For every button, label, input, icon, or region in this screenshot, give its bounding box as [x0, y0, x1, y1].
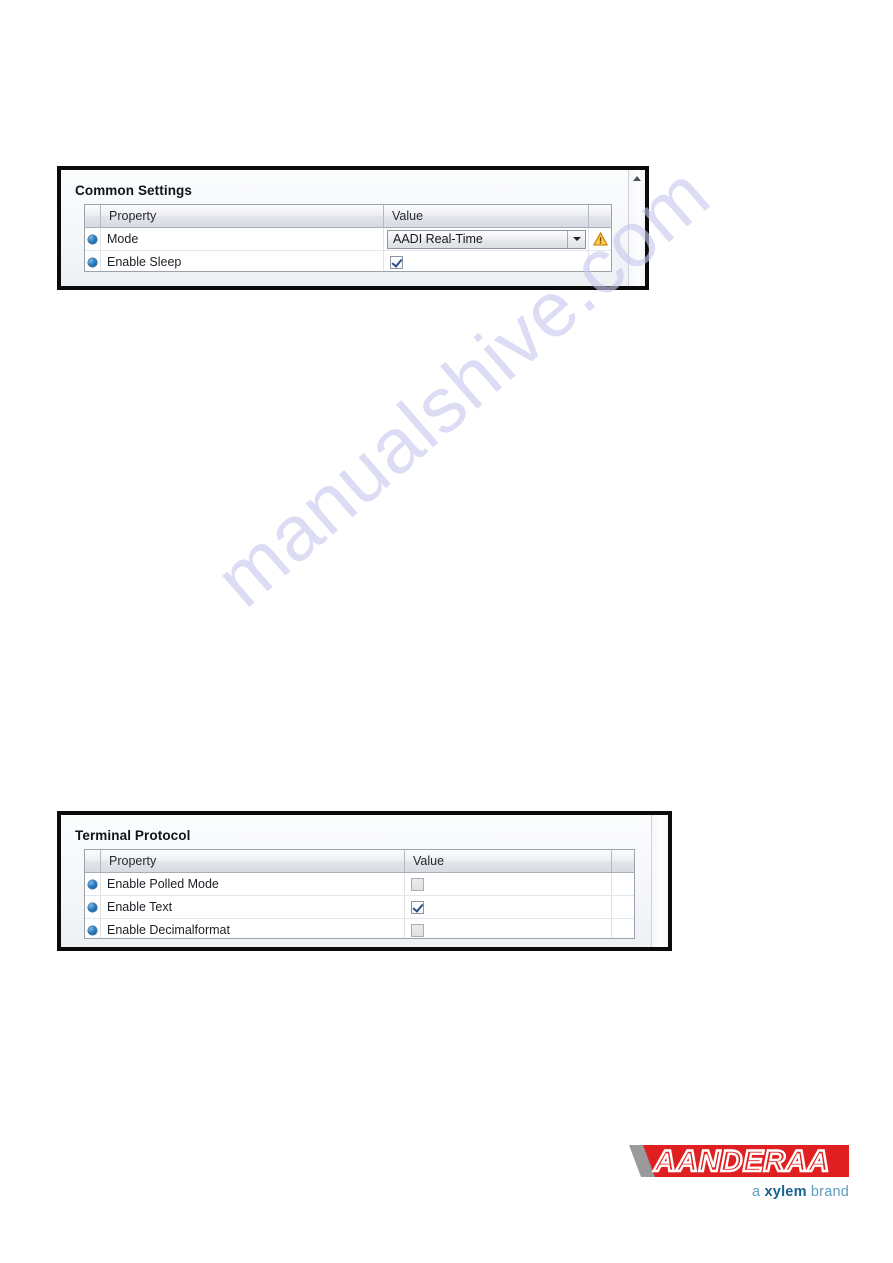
blue-dot-icon — [88, 234, 97, 244]
value-cell-enable-sleep[interactable] — [384, 251, 589, 271]
aanderaa-wordmark-icon: AANDERAA — [629, 1144, 849, 1179]
property-label-enable-decimalformat: Enable Decimalformat — [101, 919, 405, 938]
property-label-enable-sleep: Enable Sleep — [101, 251, 384, 271]
table-row[interactable]: Mode AADI Real-Time — [85, 228, 611, 251]
property-label-enable-text: Enable Text — [101, 896, 405, 918]
warning-triangle-icon — [592, 232, 608, 246]
table-row[interactable]: Enable Decimalformat — [85, 919, 634, 938]
mode-dropdown[interactable]: AADI Real-Time — [387, 229, 586, 249]
column-header-value[interactable]: Value — [405, 850, 612, 872]
terminal-protocol-title: Terminal Protocol — [75, 828, 191, 843]
enable-polled-mode-checkbox[interactable] — [411, 877, 424, 891]
row-gutter — [85, 919, 101, 938]
row-gutter — [85, 251, 101, 271]
grid-header-row: Property Value — [85, 205, 611, 228]
tagline-suffix: brand — [806, 1184, 849, 1200]
table-row[interactable]: Enable Sleep — [85, 251, 611, 271]
value-cell-mode[interactable]: AADI Real-Time — [384, 228, 589, 250]
row-gutter — [85, 873, 101, 895]
blue-dot-icon — [88, 925, 97, 935]
row-gutter — [85, 228, 101, 250]
grid-header-row: Property Value — [85, 850, 634, 873]
value-cell-enable-text[interactable] — [405, 896, 612, 918]
xylem-brand-tagline: a xylem brand — [752, 1184, 849, 1200]
mode-dropdown-value: AADI Real-Time — [393, 232, 483, 246]
blue-dot-icon — [88, 879, 97, 889]
status-cell-enable-sleep — [589, 251, 611, 271]
terminal-protocol-screenshot: Terminal Protocol Property Value Enable … — [57, 811, 672, 951]
status-cell-enable-polled-mode — [612, 873, 634, 895]
gutter-column-header — [85, 850, 101, 872]
tagline-prefix: a — [752, 1184, 765, 1200]
tagline-brand: xylem — [764, 1184, 807, 1200]
value-cell-enable-decimalformat[interactable] — [405, 919, 612, 938]
aanderaa-wordmark-text: AANDERAA — [653, 1145, 830, 1178]
terminal-protocol-property-grid: Property Value Enable Polled Mode Enable… — [84, 849, 635, 939]
common-settings-title: Common Settings — [75, 183, 193, 198]
status-cell-enable-text — [612, 896, 634, 918]
column-header-value[interactable]: Value — [384, 205, 589, 227]
terminal-protocol-window: Terminal Protocol Property Value Enable … — [61, 815, 668, 947]
column-header-property[interactable]: Property — [101, 850, 405, 872]
table-row[interactable]: Enable Text — [85, 896, 634, 919]
column-header-status — [612, 850, 634, 872]
common-settings-screenshot: Common Settings Property Value Mode AADI… — [57, 166, 649, 290]
property-label-enable-polled-mode: Enable Polled Mode — [101, 873, 405, 895]
gutter-column-header — [85, 205, 101, 227]
value-cell-enable-polled-mode[interactable] — [405, 873, 612, 895]
enable-decimalformat-checkbox[interactable] — [411, 923, 424, 937]
blue-dot-icon — [88, 902, 97, 912]
row-gutter — [85, 896, 101, 918]
status-cell-enable-decimalformat — [612, 919, 634, 938]
property-label-mode: Mode — [101, 228, 384, 250]
table-row[interactable]: Enable Polled Mode — [85, 873, 634, 896]
common-settings-window: Common Settings Property Value Mode AADI… — [61, 170, 645, 286]
aanderaa-logo: AANDERAA a xylem brand — [629, 1139, 849, 1217]
vertical-scrollbar[interactable] — [651, 815, 668, 947]
common-settings-property-grid: Property Value Mode AADI Real-Time Enabl… — [84, 204, 612, 272]
enable-sleep-checkbox[interactable] — [390, 255, 403, 269]
column-header-property[interactable]: Property — [101, 205, 384, 227]
chevron-down-icon[interactable] — [567, 230, 585, 248]
scroll-up-arrow[interactable] — [629, 170, 645, 186]
blue-dot-icon — [88, 257, 97, 267]
vertical-scrollbar[interactable] — [628, 170, 645, 286]
status-cell-mode — [589, 228, 611, 250]
column-header-status — [589, 205, 611, 227]
enable-text-checkbox[interactable] — [411, 900, 424, 914]
